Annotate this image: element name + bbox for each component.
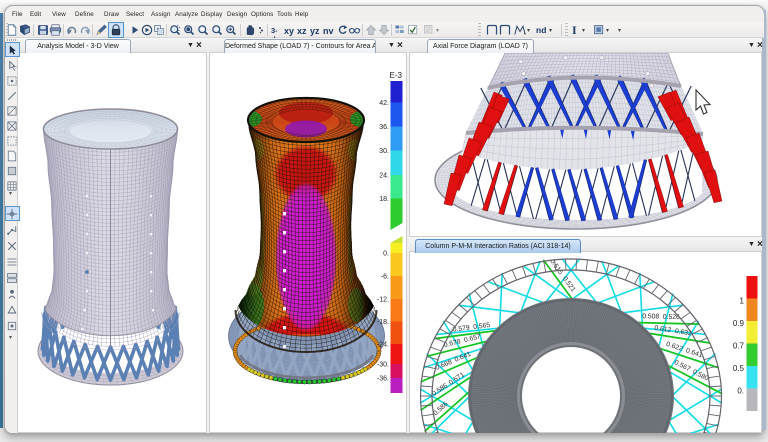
svg-text:0.521: 0.521 bbox=[561, 275, 577, 293]
svg-text:-24.: -24. bbox=[377, 342, 389, 349]
svg-text:18.: 18. bbox=[379, 196, 389, 203]
svg-text:-6.: -6. bbox=[381, 274, 389, 281]
svg-text:-18.: -18. bbox=[377, 319, 389, 326]
svg-text:0.586: 0.586 bbox=[432, 401, 449, 418]
svg-text:0.: 0. bbox=[737, 387, 744, 396]
svg-text:E-3: E-3 bbox=[390, 71, 403, 80]
svg-text:0.9: 0.9 bbox=[733, 319, 745, 328]
svg-text:0.571: 0.571 bbox=[448, 371, 466, 386]
svg-text:30.: 30. bbox=[379, 148, 389, 155]
svg-text:0.515: 0.515 bbox=[548, 258, 564, 276]
svg-text:1: 1 bbox=[740, 297, 745, 306]
svg-text:-36.: -36. bbox=[377, 376, 389, 383]
svg-text:0.586: 0.586 bbox=[431, 382, 449, 397]
svg-text:0.567: 0.567 bbox=[673, 359, 692, 373]
svg-text:0.612: 0.612 bbox=[654, 325, 672, 335]
svg-text:0.7: 0.7 bbox=[733, 342, 745, 351]
svg-text:-30.: -30. bbox=[377, 362, 389, 369]
svg-text:-12.: -12. bbox=[377, 297, 389, 304]
svg-text:42.: 42. bbox=[379, 100, 389, 107]
svg-text:0.5: 0.5 bbox=[733, 364, 745, 373]
svg-text:0.: 0. bbox=[383, 251, 389, 258]
svg-text:36.: 36. bbox=[379, 124, 389, 131]
svg-text:0.508: 0.508 bbox=[642, 313, 659, 320]
svg-text:24.: 24. bbox=[379, 173, 389, 180]
